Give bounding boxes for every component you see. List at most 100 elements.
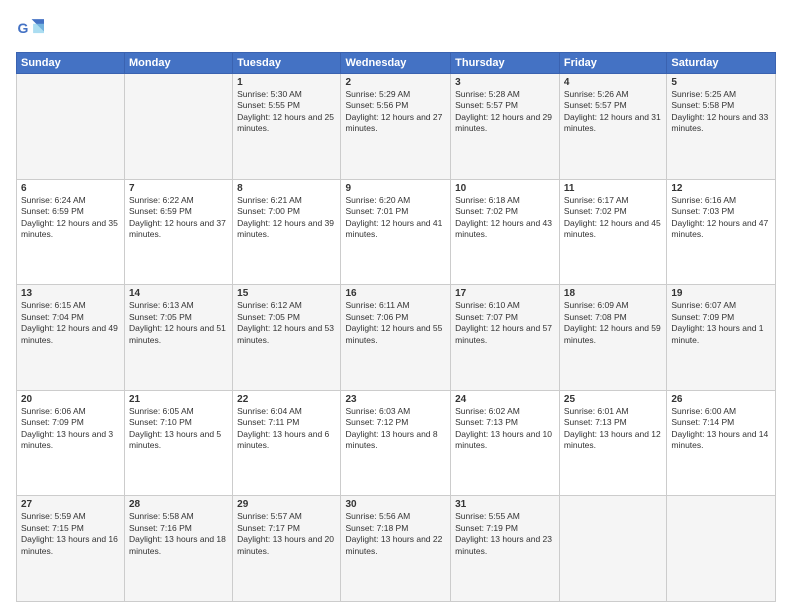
day-info: Sunrise: 5:25 AMSunset: 5:58 PMDaylight:… [671, 89, 771, 135]
day-number: 1 [237, 77, 336, 88]
day-cell: 30Sunrise: 5:56 AMSunset: 7:18 PMDayligh… [341, 496, 451, 602]
day-number: 20 [21, 394, 120, 405]
day-number: 27 [21, 499, 120, 510]
weekday-header-sunday: Sunday [17, 53, 125, 74]
day-info: Sunrise: 5:59 AMSunset: 7:15 PMDaylight:… [21, 511, 120, 557]
day-number: 11 [564, 183, 662, 194]
day-number: 22 [237, 394, 336, 405]
day-info: Sunrise: 5:55 AMSunset: 7:19 PMDaylight:… [455, 511, 555, 557]
logo-icon: G [16, 16, 44, 44]
day-cell [667, 496, 776, 602]
day-cell: 8Sunrise: 6:21 AMSunset: 7:00 PMDaylight… [233, 179, 341, 285]
day-cell: 23Sunrise: 6:03 AMSunset: 7:12 PMDayligh… [341, 390, 451, 496]
day-cell: 9Sunrise: 6:20 AMSunset: 7:01 PMDaylight… [341, 179, 451, 285]
day-number: 18 [564, 288, 662, 299]
day-number: 23 [345, 394, 446, 405]
day-number: 4 [564, 77, 662, 88]
weekday-header-row: SundayMondayTuesdayWednesdayThursdayFrid… [17, 53, 776, 74]
day-number: 8 [237, 183, 336, 194]
day-cell: 31Sunrise: 5:55 AMSunset: 7:19 PMDayligh… [451, 496, 560, 602]
day-cell: 1Sunrise: 5:30 AMSunset: 5:55 PMDaylight… [233, 74, 341, 180]
day-number: 21 [129, 394, 228, 405]
day-cell: 24Sunrise: 6:02 AMSunset: 7:13 PMDayligh… [451, 390, 560, 496]
day-info: Sunrise: 6:10 AMSunset: 7:07 PMDaylight:… [455, 300, 555, 346]
week-row-1: 1Sunrise: 5:30 AMSunset: 5:55 PMDaylight… [17, 74, 776, 180]
day-info: Sunrise: 6:07 AMSunset: 7:09 PMDaylight:… [671, 300, 771, 346]
day-info: Sunrise: 6:05 AMSunset: 7:10 PMDaylight:… [129, 406, 228, 452]
day-cell: 18Sunrise: 6:09 AMSunset: 7:08 PMDayligh… [559, 285, 666, 391]
day-cell [559, 496, 666, 602]
day-number: 31 [455, 499, 555, 510]
weekday-header-thursday: Thursday [451, 53, 560, 74]
day-number: 25 [564, 394, 662, 405]
day-number: 5 [671, 77, 771, 88]
day-number: 14 [129, 288, 228, 299]
day-number: 7 [129, 183, 228, 194]
day-info: Sunrise: 6:00 AMSunset: 7:14 PMDaylight:… [671, 406, 771, 452]
day-cell: 26Sunrise: 6:00 AMSunset: 7:14 PMDayligh… [667, 390, 776, 496]
day-number: 13 [21, 288, 120, 299]
day-number: 2 [345, 77, 446, 88]
weekday-header-friday: Friday [559, 53, 666, 74]
day-cell: 6Sunrise: 6:24 AMSunset: 6:59 PMDaylight… [17, 179, 125, 285]
day-cell: 25Sunrise: 6:01 AMSunset: 7:13 PMDayligh… [559, 390, 666, 496]
day-cell: 5Sunrise: 5:25 AMSunset: 5:58 PMDaylight… [667, 74, 776, 180]
day-cell: 14Sunrise: 6:13 AMSunset: 7:05 PMDayligh… [125, 285, 233, 391]
day-number: 26 [671, 394, 771, 405]
day-number: 16 [345, 288, 446, 299]
day-info: Sunrise: 6:01 AMSunset: 7:13 PMDaylight:… [564, 406, 662, 452]
day-cell: 3Sunrise: 5:28 AMSunset: 5:57 PMDaylight… [451, 74, 560, 180]
day-info: Sunrise: 6:22 AMSunset: 6:59 PMDaylight:… [129, 195, 228, 241]
day-number: 12 [671, 183, 771, 194]
week-row-5: 27Sunrise: 5:59 AMSunset: 7:15 PMDayligh… [17, 496, 776, 602]
header: G [16, 16, 776, 44]
day-number: 6 [21, 183, 120, 194]
day-cell: 20Sunrise: 6:06 AMSunset: 7:09 PMDayligh… [17, 390, 125, 496]
day-cell: 27Sunrise: 5:59 AMSunset: 7:15 PMDayligh… [17, 496, 125, 602]
day-cell: 17Sunrise: 6:10 AMSunset: 7:07 PMDayligh… [451, 285, 560, 391]
day-cell: 28Sunrise: 5:58 AMSunset: 7:16 PMDayligh… [125, 496, 233, 602]
week-row-2: 6Sunrise: 6:24 AMSunset: 6:59 PMDaylight… [17, 179, 776, 285]
day-info: Sunrise: 6:21 AMSunset: 7:00 PMDaylight:… [237, 195, 336, 241]
day-info: Sunrise: 6:15 AMSunset: 7:04 PMDaylight:… [21, 300, 120, 346]
day-cell: 15Sunrise: 6:12 AMSunset: 7:05 PMDayligh… [233, 285, 341, 391]
day-info: Sunrise: 6:12 AMSunset: 7:05 PMDaylight:… [237, 300, 336, 346]
day-info: Sunrise: 6:13 AMSunset: 7:05 PMDaylight:… [129, 300, 228, 346]
day-cell [17, 74, 125, 180]
day-info: Sunrise: 6:16 AMSunset: 7:03 PMDaylight:… [671, 195, 771, 241]
week-row-4: 20Sunrise: 6:06 AMSunset: 7:09 PMDayligh… [17, 390, 776, 496]
day-number: 15 [237, 288, 336, 299]
day-number: 3 [455, 77, 555, 88]
week-row-3: 13Sunrise: 6:15 AMSunset: 7:04 PMDayligh… [17, 285, 776, 391]
day-info: Sunrise: 5:30 AMSunset: 5:55 PMDaylight:… [237, 89, 336, 135]
day-info: Sunrise: 6:20 AMSunset: 7:01 PMDaylight:… [345, 195, 446, 241]
day-cell: 10Sunrise: 6:18 AMSunset: 7:02 PMDayligh… [451, 179, 560, 285]
day-number: 9 [345, 183, 446, 194]
weekday-header-saturday: Saturday [667, 53, 776, 74]
day-info: Sunrise: 6:02 AMSunset: 7:13 PMDaylight:… [455, 406, 555, 452]
day-cell: 7Sunrise: 6:22 AMSunset: 6:59 PMDaylight… [125, 179, 233, 285]
page: G SundayMondayTuesdayWednesdayThursdayFr… [0, 0, 792, 612]
day-info: Sunrise: 5:29 AMSunset: 5:56 PMDaylight:… [345, 89, 446, 135]
day-info: Sunrise: 6:24 AMSunset: 6:59 PMDaylight:… [21, 195, 120, 241]
day-info: Sunrise: 6:03 AMSunset: 7:12 PMDaylight:… [345, 406, 446, 452]
logo: G [16, 16, 48, 44]
day-number: 24 [455, 394, 555, 405]
day-info: Sunrise: 5:56 AMSunset: 7:18 PMDaylight:… [345, 511, 446, 557]
day-number: 29 [237, 499, 336, 510]
day-number: 28 [129, 499, 228, 510]
weekday-header-tuesday: Tuesday [233, 53, 341, 74]
day-number: 17 [455, 288, 555, 299]
day-cell: 2Sunrise: 5:29 AMSunset: 5:56 PMDaylight… [341, 74, 451, 180]
day-info: Sunrise: 6:18 AMSunset: 7:02 PMDaylight:… [455, 195, 555, 241]
day-cell: 12Sunrise: 6:16 AMSunset: 7:03 PMDayligh… [667, 179, 776, 285]
day-cell: 29Sunrise: 5:57 AMSunset: 7:17 PMDayligh… [233, 496, 341, 602]
weekday-header-wednesday: Wednesday [341, 53, 451, 74]
day-cell: 21Sunrise: 6:05 AMSunset: 7:10 PMDayligh… [125, 390, 233, 496]
day-cell: 22Sunrise: 6:04 AMSunset: 7:11 PMDayligh… [233, 390, 341, 496]
weekday-header-monday: Monday [125, 53, 233, 74]
day-info: Sunrise: 5:28 AMSunset: 5:57 PMDaylight:… [455, 89, 555, 135]
day-cell: 4Sunrise: 5:26 AMSunset: 5:57 PMDaylight… [559, 74, 666, 180]
day-number: 30 [345, 499, 446, 510]
day-cell: 11Sunrise: 6:17 AMSunset: 7:02 PMDayligh… [559, 179, 666, 285]
